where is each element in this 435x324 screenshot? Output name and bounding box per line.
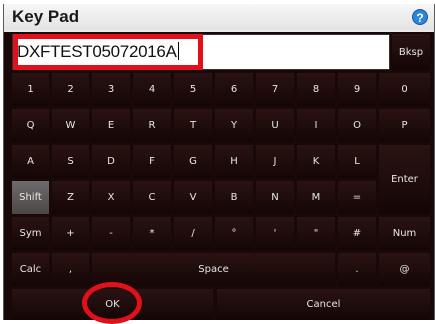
key-5[interactable]: 5 [174, 73, 212, 106]
key-equals[interactable]: = [338, 181, 376, 214]
cancel-button[interactable]: Cancel [217, 289, 430, 320]
ok-highlight-circle [82, 282, 142, 324]
key-y[interactable]: Y [215, 109, 253, 142]
key-n[interactable]: N [256, 181, 294, 214]
key-v[interactable]: V [174, 181, 212, 214]
key-comma[interactable]: , [52, 253, 89, 286]
key-calc[interactable]: Calc [12, 253, 49, 286]
key-backspace[interactable]: Bksp [392, 34, 430, 70]
key-num[interactable]: Num [379, 217, 430, 250]
key-h[interactable]: H [215, 145, 253, 178]
key-space[interactable]: Space [92, 253, 335, 286]
key-sym[interactable]: Sym [12, 217, 49, 250]
key-minus[interactable]: - [92, 217, 130, 250]
key-j[interactable]: J [256, 145, 294, 178]
key-b[interactable]: B [215, 181, 253, 214]
key-i[interactable]: I [297, 109, 335, 142]
key-t[interactable]: T [174, 109, 212, 142]
key-r[interactable]: R [133, 109, 171, 142]
key-hash[interactable]: # [338, 217, 376, 250]
key-k[interactable]: K [297, 145, 335, 178]
key-shift[interactable]: Shift [12, 181, 49, 214]
key-9[interactable]: 9 [338, 73, 376, 106]
key-plus[interactable]: + [52, 217, 89, 250]
key-a[interactable]: A [12, 145, 49, 178]
key-u[interactable]: U [256, 109, 294, 142]
key-asterisk[interactable]: * [133, 217, 171, 250]
key-7[interactable]: 7 [256, 73, 294, 106]
key-8[interactable]: 8 [297, 73, 335, 106]
key-q[interactable]: Q [12, 109, 49, 142]
key-p[interactable]: P [379, 109, 430, 142]
key-x[interactable]: X [92, 181, 130, 214]
key-l[interactable]: L [338, 145, 376, 178]
key-g[interactable]: G [174, 145, 212, 178]
keypad-area: DXFTEST05072016A Bksp 1 2 3 4 5 6 7 8 9 … [4, 32, 434, 320]
key-0[interactable]: 0 [379, 73, 430, 106]
key-c[interactable]: C [133, 181, 171, 214]
key-3[interactable]: 3 [92, 73, 130, 106]
key-at[interactable]: @ [379, 253, 430, 286]
key-period[interactable]: . [338, 253, 376, 286]
key-s[interactable]: S [52, 145, 89, 178]
key-f[interactable]: F [133, 145, 171, 178]
key-2[interactable]: 2 [52, 73, 89, 106]
key-enter[interactable]: Enter [379, 145, 430, 214]
key-m[interactable]: M [297, 181, 335, 214]
key-w[interactable]: W [52, 109, 89, 142]
key-o[interactable]: O [338, 109, 376, 142]
key-slash[interactable]: / [174, 217, 212, 250]
help-icon[interactable]: ? [412, 9, 428, 25]
key-apostrophe[interactable]: ' [256, 217, 294, 250]
key-degree[interactable]: ° [215, 217, 253, 250]
title-bar: Key Pad ? [4, 4, 434, 30]
key-quote[interactable]: " [297, 217, 335, 250]
window-title: Key Pad [12, 7, 80, 26]
input-highlight-box [13, 34, 203, 70]
key-1[interactable]: 1 [12, 73, 49, 106]
key-6[interactable]: 6 [215, 73, 253, 106]
key-d[interactable]: D [92, 145, 130, 178]
key-4[interactable]: 4 [133, 73, 171, 106]
key-z[interactable]: Z [52, 181, 89, 214]
key-e[interactable]: E [92, 109, 130, 142]
